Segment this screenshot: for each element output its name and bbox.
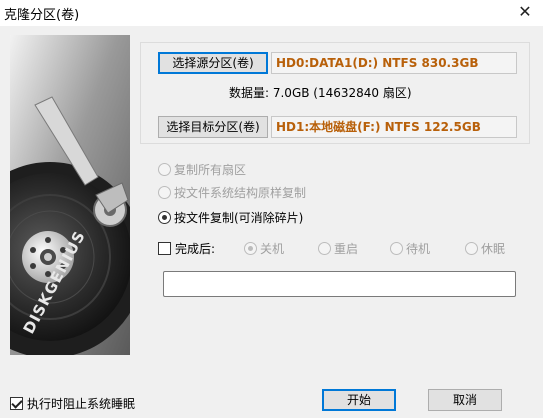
radio-icon [318, 242, 331, 255]
select-target-button[interactable]: 选择目标分区(卷) [158, 116, 268, 138]
path-input[interactable] [163, 271, 516, 297]
radio-restart: 重启 [318, 240, 358, 257]
cancel-button[interactable]: 取消 [428, 389, 502, 411]
radio-label: 待机 [406, 242, 431, 256]
radio-icon [158, 163, 171, 176]
after-complete-checkbox[interactable]: 完成后: [158, 240, 215, 257]
close-icon[interactable]: ✕ [511, 1, 539, 23]
radio-icon [465, 242, 478, 255]
data-size-label: 数据量: 7.0GB (14632840 扇区) [229, 86, 412, 100]
prevent-sleep-checkbox[interactable]: 执行时阻止系统睡眠 [10, 395, 135, 412]
radio-icon[interactable] [158, 211, 171, 224]
checkbox-label: 完成后: [175, 242, 216, 256]
radio-label: 休眠 [481, 242, 506, 256]
radio-shutdown: 关机 [244, 240, 284, 257]
radio-label: 重启 [334, 242, 359, 256]
radio-standby: 待机 [390, 240, 430, 257]
radio-copy-fs-structure: 按文件系统结构原样复制 [158, 184, 306, 201]
radio-label: 复制所有扇区 [174, 163, 247, 177]
title-bar: 克隆分区(卷) ✕ [0, 0, 543, 26]
checkbox-label: 执行时阻止系统睡眠 [27, 397, 136, 411]
radio-hibernate: 休眠 [465, 240, 505, 257]
radio-label: 关机 [260, 242, 285, 256]
radio-copy-all-sectors: 复制所有扇区 [158, 161, 246, 178]
checkbox-icon[interactable] [10, 397, 23, 410]
radio-icon [244, 242, 257, 255]
radio-label: 按文件复制(可消除碎片) [174, 211, 304, 225]
radio-icon [158, 186, 171, 199]
diskgenius-banner: DISKGENIUS [10, 35, 130, 355]
checkbox-icon[interactable] [158, 242, 171, 255]
radio-label: 按文件系统结构原样复制 [174, 186, 307, 200]
radio-icon [390, 242, 403, 255]
hard-disk-illustration: DISKGENIUS [10, 35, 130, 355]
select-source-button[interactable]: 选择源分区(卷) [158, 52, 268, 74]
radio-copy-by-file[interactable]: 按文件复制(可消除碎片) [158, 209, 303, 226]
start-button[interactable]: 开始 [322, 389, 396, 411]
window-title: 克隆分区(卷) [4, 8, 80, 23]
target-partition-field: HD1:本地磁盘(F:) NTFS 122.5GB [271, 116, 517, 138]
source-partition-field: HD0:DATA1(D:) NTFS 830.3GB [271, 52, 517, 74]
